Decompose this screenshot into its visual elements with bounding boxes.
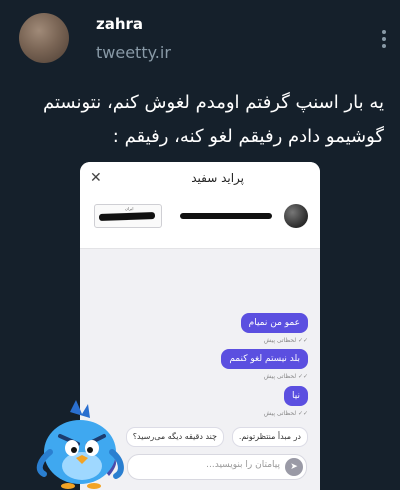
message-status: ✓✓ لحظاتی پیش bbox=[263, 373, 308, 380]
driver-name-redacted bbox=[180, 213, 272, 219]
quick-reply-chip[interactable]: چند دقیقه دیگه می‌رسید؟ bbox=[125, 427, 224, 447]
message-status: ✓✓ لحظاتی پیش bbox=[263, 410, 308, 417]
message-input-placeholder: پیامتان را بنویسید... bbox=[206, 460, 280, 470]
message-bubble: نیا bbox=[284, 386, 308, 406]
chat-title: پراید سفید bbox=[191, 171, 244, 185]
profile-avatar[interactable] bbox=[19, 13, 69, 63]
license-plate: ایران bbox=[94, 204, 162, 228]
tweet-text: یه بار اسنپ گرفتم اومدم لغوش کنم، نتونست… bbox=[43, 92, 384, 147]
close-icon: ✕ bbox=[90, 170, 102, 186]
message-input[interactable]: پیامتان را بنویسید... ➤ bbox=[127, 454, 307, 480]
username[interactable]: zahra bbox=[96, 15, 143, 33]
send-icon[interactable]: ➤ bbox=[285, 458, 303, 476]
license-plate-label: ایران bbox=[125, 206, 134, 211]
menu-dots-icon[interactable] bbox=[382, 30, 386, 48]
angry-bird-mascot bbox=[36, 400, 124, 489]
message-bubble: عمو من نمیام bbox=[240, 313, 308, 333]
redaction-scribble bbox=[98, 212, 156, 221]
site-handle[interactable]: tweetty.ir bbox=[96, 43, 171, 62]
driver-info-strip: ایران bbox=[80, 196, 320, 249]
quick-reply-chip[interactable]: در مبدأ منتظرتونم. bbox=[231, 427, 308, 447]
driver-avatar bbox=[284, 204, 308, 228]
message-bubble: بلد نیستم لغو کنمم bbox=[221, 349, 308, 369]
chat-header: ✕ پراید سفید bbox=[80, 162, 320, 196]
message-status: ✓✓ لحظاتی پیش bbox=[263, 337, 308, 344]
